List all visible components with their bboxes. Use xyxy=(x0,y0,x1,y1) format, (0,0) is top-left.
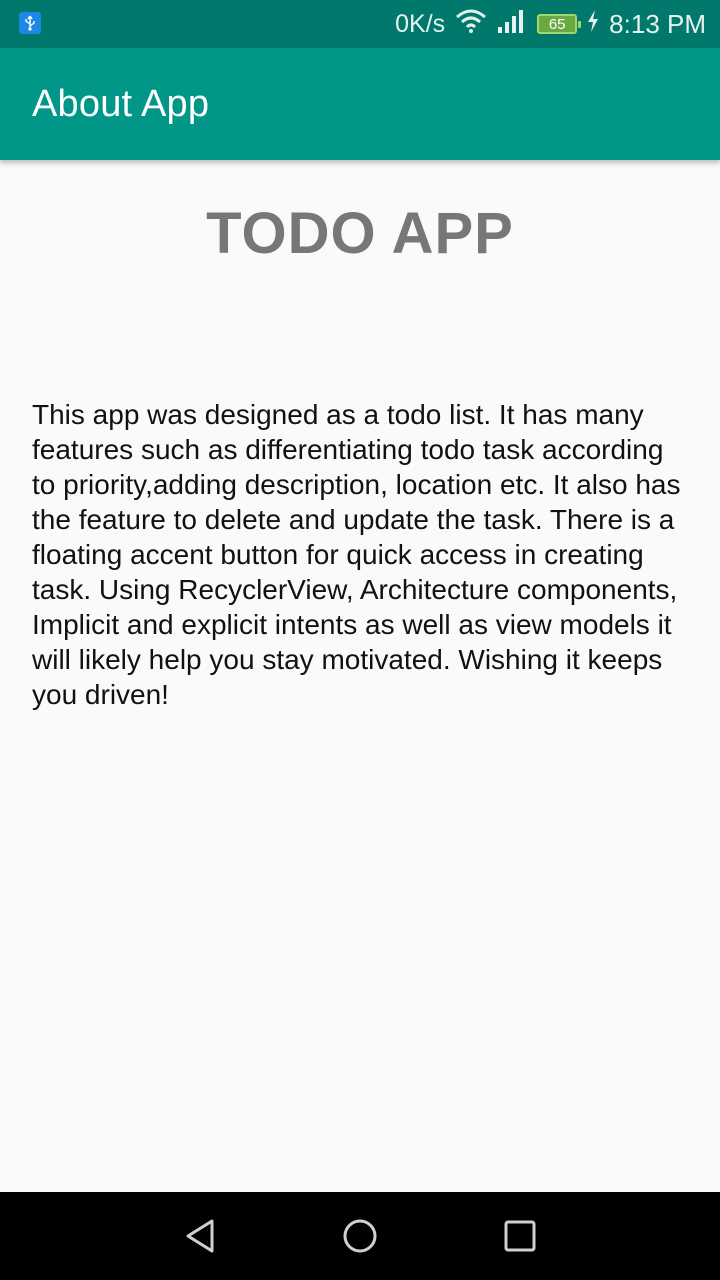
screen: 0K/s 65 8:13 PM About App TODO APP This … xyxy=(0,0,720,1280)
battery-icon: 65 xyxy=(537,14,582,34)
about-description: This app was designed as a todo list. It… xyxy=(32,399,681,710)
recents-icon[interactable] xyxy=(494,1210,546,1262)
navigation-bar xyxy=(0,1192,720,1280)
clock: 8:13 PM xyxy=(609,8,706,39)
net-speed: 0K/s xyxy=(395,9,446,38)
app-heading: TODO APP xyxy=(206,201,514,266)
home-icon[interactable] xyxy=(334,1210,386,1262)
app-bar: About App xyxy=(0,48,720,160)
usb-icon xyxy=(19,12,41,34)
charging-icon xyxy=(587,9,599,39)
status-icons: 0K/s 65 8:13 PM xyxy=(395,0,706,48)
status-bar: 0K/s 65 8:13 PM xyxy=(0,0,720,48)
page-title: About App xyxy=(32,82,210,125)
battery-level: 65 xyxy=(548,15,566,33)
wifi-icon xyxy=(455,9,487,40)
back-icon[interactable] xyxy=(174,1210,226,1262)
signal-icon xyxy=(497,9,527,40)
